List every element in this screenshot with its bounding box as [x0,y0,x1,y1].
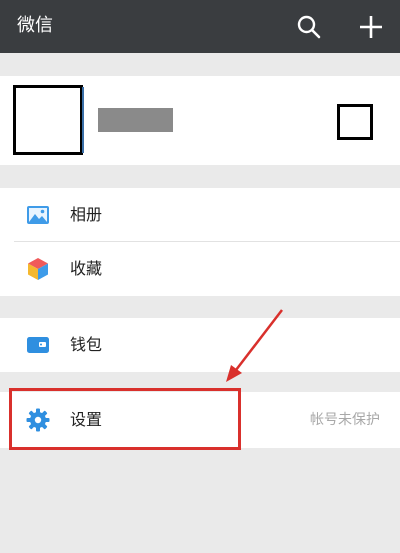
top-bar: 微信 [0,0,400,53]
highlight-box [9,388,241,450]
account-status: 帐号未保护 [310,412,380,428]
menu-item-favorites[interactable]: 收藏 [0,242,400,296]
profile-card[interactable] [0,76,400,165]
menu-group-wallet: 钱包 [0,318,400,372]
menu-item-wallet[interactable]: 钱包 [0,318,400,372]
photo-album-icon [26,203,50,227]
menu-item-label: 收藏 [70,259,103,278]
plus-icon[interactable] [358,14,384,40]
menu-group-album-favorites: 相册 收藏 [0,188,400,296]
app-title: 微信 [17,15,53,36]
redacted-name [98,108,173,132]
menu-item-label: 相册 [70,205,103,224]
wallet-icon [26,333,50,357]
search-icon[interactable] [296,14,322,40]
menu-item-album[interactable]: 相册 [0,188,400,242]
qr-code-icon[interactable] [337,104,373,140]
avatar[interactable] [13,85,84,155]
menu-item-label: 钱包 [70,335,103,354]
favorites-cube-icon [26,257,50,281]
